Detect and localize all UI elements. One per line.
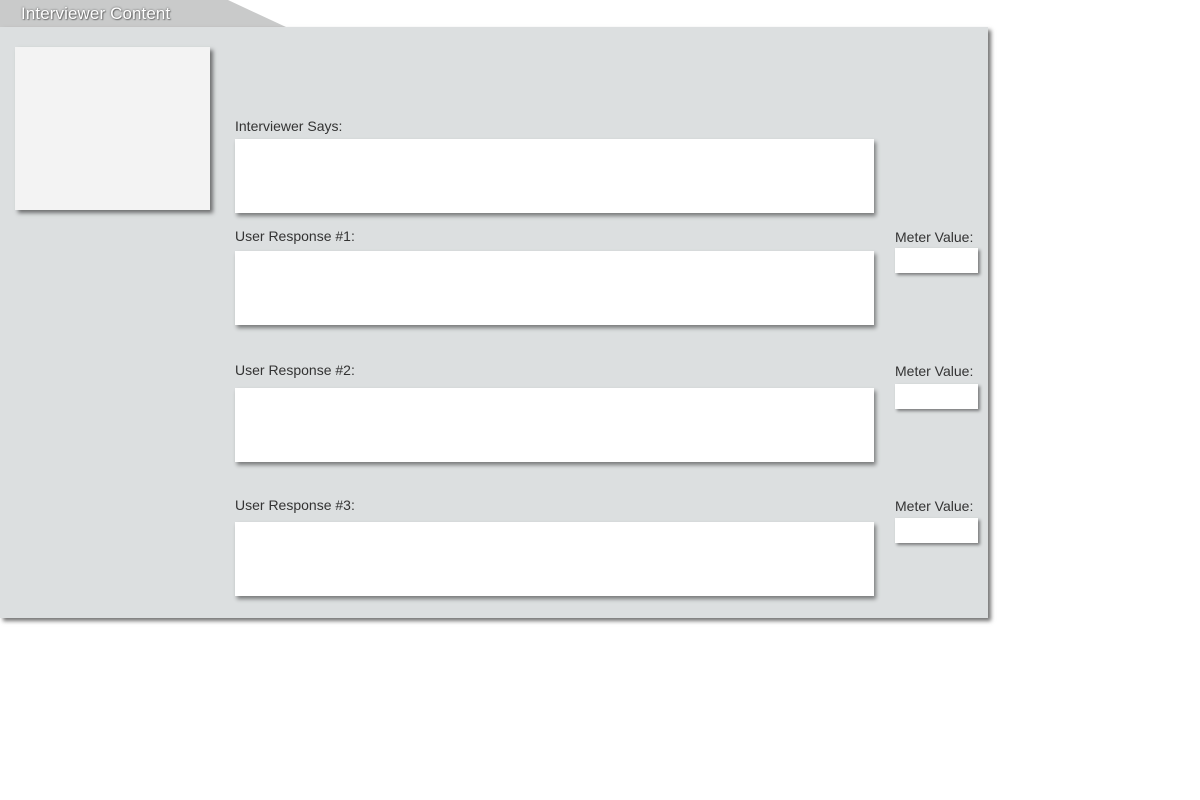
- user-response-1-field[interactable]: [235, 251, 874, 325]
- meter-value-2-label: Meter Value:: [895, 363, 974, 379]
- meter-value-3-label: Meter Value:: [895, 498, 974, 514]
- user-response-2-label: User Response #2:: [235, 362, 355, 378]
- window-title: Interviewer Content: [21, 4, 171, 23]
- user-response-1-label: User Response #1:: [235, 228, 355, 244]
- interviewer-avatar: [15, 47, 210, 210]
- user-response-3-label: User Response #3:: [235, 497, 355, 513]
- user-response-3-field[interactable]: [235, 522, 874, 596]
- interviewer-content-window: Interviewer Content Interviewer Says: Us…: [0, 0, 1200, 800]
- meter-value-1-input[interactable]: [895, 248, 978, 273]
- meter-value-2-input[interactable]: [895, 384, 978, 409]
- interviewer-says-field[interactable]: [235, 139, 874, 213]
- user-response-2-field[interactable]: [235, 388, 874, 462]
- meter-value-1-label: Meter Value:: [895, 229, 974, 245]
- meter-value-3-input[interactable]: [895, 518, 978, 543]
- interviewer-says-label: Interviewer Says:: [235, 118, 343, 134]
- content-panel: Interviewer Says: User Response #1: Mete…: [0, 27, 988, 618]
